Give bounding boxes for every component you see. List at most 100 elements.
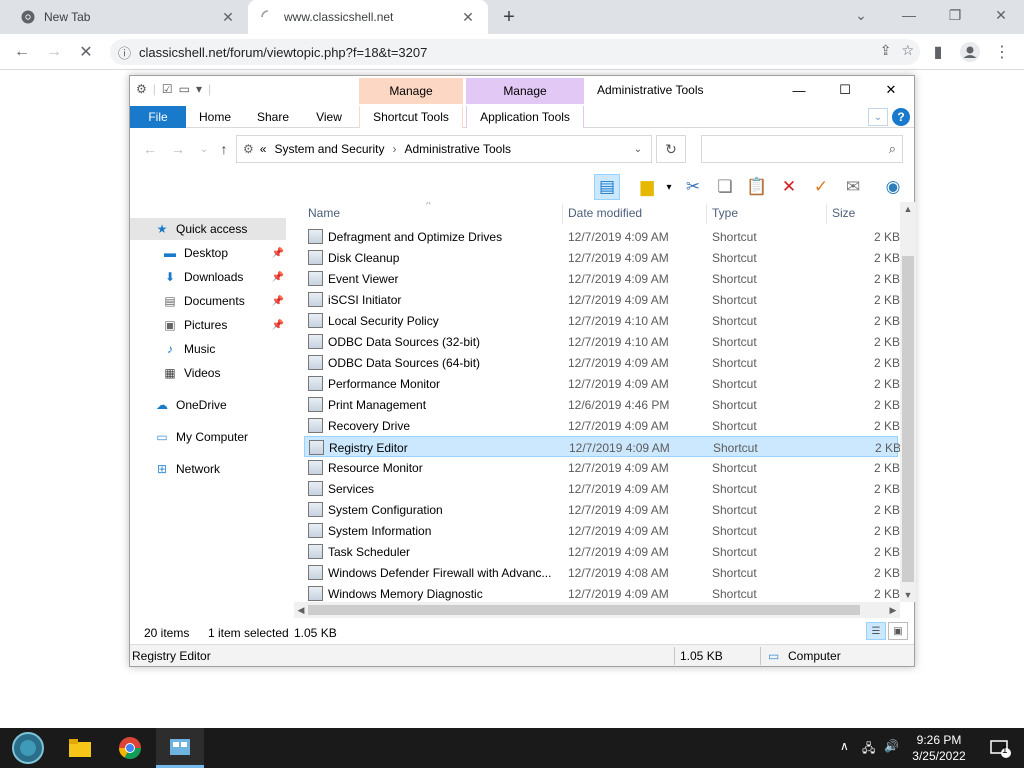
file-row[interactable]: Disk Cleanup 12/7/2019 4:09 AM Shortcut 2 K… (304, 247, 900, 268)
breadcrumb-prefix[interactable]: « (260, 142, 267, 156)
file-row[interactable]: Windows Defender Firewall with Advanc...… (304, 562, 900, 583)
restore-button[interactable]: ❐ (932, 0, 978, 30)
column-name[interactable]: Name (308, 206, 340, 220)
vertical-scrollbar[interactable]: ▲ ▼ (900, 202, 916, 602)
navigation-pane-icon[interactable]: ▤ (594, 174, 620, 200)
forward-button[interactable]: → (40, 38, 68, 66)
control-panel-taskbar-icon[interactable] (156, 728, 204, 768)
pin-icon[interactable]: 📌 (272, 248, 284, 259)
close-window-button[interactable]: ✕ (978, 0, 1024, 30)
horizontal-scrollbar[interactable]: ◀ ▶ (294, 602, 900, 618)
tab-search-icon[interactable]: ⌄ (838, 0, 884, 30)
column-divider[interactable] (826, 204, 827, 224)
dropdown-icon[interactable]: ▾ (656, 174, 682, 200)
pin-icon[interactable]: 📌 (272, 272, 284, 283)
nav-pictures[interactable]: ▣ Pictures 📌 (130, 314, 286, 336)
address-bar[interactable]: ⓘ classicshell.net/forum/viewtopic.php?f… (110, 39, 920, 65)
scroll-up-icon[interactable]: ▲ (900, 202, 916, 216)
tab-shortcut-tools[interactable]: Shortcut Tools (359, 106, 463, 128)
search-box[interactable]: ⌕ (701, 135, 903, 163)
nav-videos[interactable]: ▦ Videos (130, 362, 286, 384)
tab-classicshell[interactable]: www.classicshell.net ✕ (248, 0, 488, 34)
tab-home[interactable]: Home (192, 106, 238, 128)
minimize-button[interactable]: — (776, 76, 822, 104)
forward-button[interactable]: → (168, 138, 188, 160)
column-date-modified[interactable]: Date modified (568, 206, 642, 220)
close-icon[interactable]: ✕ (220, 9, 236, 25)
breadcrumb-chevron-icon[interactable]: › (393, 142, 397, 156)
address-dropdown-icon[interactable]: ⌄ (625, 136, 651, 162)
column-divider[interactable] (562, 204, 563, 224)
pin-icon[interactable]: 📌 (272, 320, 284, 331)
profile-avatar[interactable] (956, 38, 984, 66)
chrome-icon[interactable] (106, 728, 154, 768)
show-hidden-icons[interactable]: ∧ (840, 739, 849, 753)
refresh-button[interactable]: ↻ (656, 135, 686, 163)
help-icon[interactable]: ? (892, 108, 910, 126)
new-folder-icon[interactable]: ▭ (179, 82, 190, 96)
file-row[interactable]: System Information 12/7/2019 4:09 AM Short… (304, 520, 900, 541)
back-button[interactable]: ← (8, 38, 36, 66)
breadcrumb-system-security[interactable]: System and Security (274, 142, 384, 156)
nav-onedrive[interactable]: ☁ OneDrive (130, 394, 286, 416)
back-button[interactable]: ← (140, 138, 160, 160)
scroll-thumb[interactable] (902, 256, 914, 582)
nav-downloads[interactable]: ⬇ Downloads 📌 (130, 266, 286, 288)
scroll-left-icon[interactable]: ◀ (294, 602, 308, 618)
context-tab-manage-application[interactable]: Manage (466, 78, 584, 104)
scroll-right-icon[interactable]: ▶ (886, 602, 900, 618)
new-tab-button[interactable]: + (498, 6, 520, 28)
file-row[interactable]: Recovery Drive 12/7/2019 4:09 AM Shortcut 2… (304, 415, 900, 436)
clock[interactable]: 9:26 PM 3/25/2022 (908, 732, 970, 764)
tab-new-tab[interactable]: New Tab ✕ (8, 0, 248, 34)
menu-icon[interactable]: ⋮ (988, 38, 1016, 66)
file-row[interactable]: ODBC Data Sources (32-bit) 12/7/2019 4:10… (304, 331, 900, 352)
up-button[interactable]: ↑ (214, 138, 234, 160)
email-icon[interactable]: ✉ (840, 174, 866, 200)
notification-center-icon[interactable]: 1 (976, 728, 1024, 768)
copy-icon[interactable]: ❏ (712, 174, 738, 200)
delete-icon[interactable]: ✕ (776, 174, 802, 200)
nav-network[interactable]: ⊞ Network (130, 458, 286, 480)
share-icon[interactable]: ⇪ (880, 42, 892, 59)
properties-check-icon[interactable]: ✓ (808, 174, 834, 200)
paste-icon[interactable]: 📋 (744, 174, 770, 200)
file-row[interactable]: Event Viewer 12/7/2019 4:09 AM Shortcut 2 K… (304, 268, 900, 289)
close-icon[interactable]: ✕ (460, 9, 476, 25)
recent-locations-button[interactable]: ⌄ (194, 138, 214, 160)
large-icons-view-icon[interactable]: ▣ (888, 622, 908, 640)
nav-my-computer[interactable]: ▭ My Computer (130, 426, 286, 448)
file-row[interactable]: Registry Editor 12/7/2019 4:09 AM Shortcut… (304, 436, 901, 457)
breadcrumb-admin-tools[interactable]: Administrative Tools (405, 142, 512, 156)
file-explorer-icon[interactable] (56, 728, 104, 768)
maximize-button[interactable]: ☐ (822, 76, 868, 104)
file-row[interactable]: Defragment and Optimize Drives 12/7/2019 … (304, 226, 900, 247)
file-row[interactable]: Print Management 12/6/2019 4:46 PM Shortcu… (304, 394, 900, 415)
bookmark-star-icon[interactable]: ☆ (901, 42, 914, 59)
customize-qat-icon[interactable]: ▾ (196, 82, 202, 96)
tab-share[interactable]: Share (250, 106, 296, 128)
nav-desktop[interactable]: ▬ Desktop 📌 (130, 242, 286, 264)
file-row[interactable]: Windows Memory Diagnostic 12/7/2019 4:09 … (304, 583, 900, 602)
volume-icon[interactable]: 🔊 (884, 739, 899, 753)
network-icon[interactable]: 🖧 (862, 739, 875, 760)
stop-loading-button[interactable]: ✕ (72, 38, 100, 66)
file-row[interactable]: Performance Monitor 12/7/2019 4:09 AM Shor… (304, 373, 900, 394)
column-divider[interactable] (706, 204, 707, 224)
minimize-button[interactable]: — (886, 0, 932, 30)
tab-file[interactable]: File (130, 106, 186, 128)
file-row[interactable]: iSCSI Initiator 12/7/2019 4:09 AM Shortcut… (304, 289, 900, 310)
site-info-icon[interactable]: ⓘ (118, 43, 131, 62)
close-button[interactable]: ✕ (868, 76, 914, 104)
nav-quick-access[interactable]: ★ Quick access (130, 218, 286, 240)
column-type[interactable]: Type (712, 206, 738, 220)
context-tab-manage-shortcut[interactable]: Manage (359, 78, 463, 104)
file-row[interactable]: System Configuration 12/7/2019 4:09 AM Sho… (304, 499, 900, 520)
start-button[interactable] (4, 728, 52, 768)
properties-icon[interactable]: ⚙ (136, 82, 147, 96)
nav-documents[interactable]: ▤ Documents 📌 (130, 290, 286, 312)
tab-application-tools[interactable]: Application Tools (466, 106, 584, 128)
tab-view[interactable]: View (306, 106, 352, 128)
file-row[interactable]: Services 12/7/2019 4:09 AM Shortcut 2 KB (304, 478, 900, 499)
details-view-icon[interactable]: ☰ (866, 622, 886, 640)
